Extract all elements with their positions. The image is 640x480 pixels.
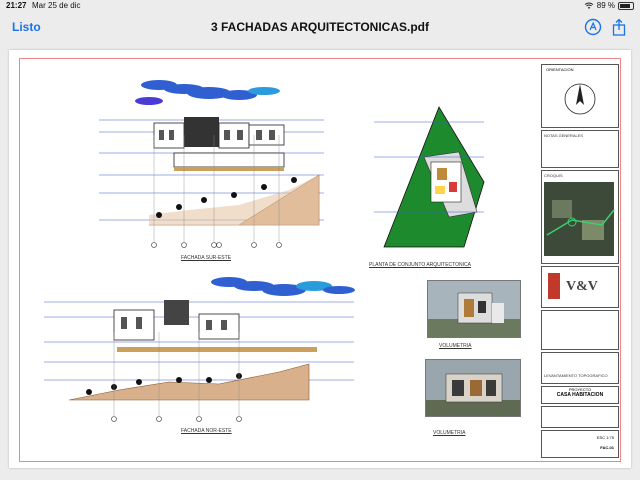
logo-text: V&V [566,279,598,294]
fachada-nor-este-label: FACHADA NOR-ESTE [181,428,232,434]
volumetria-label-1: VOLUMETRIA [439,343,472,349]
logo-box: V&V [541,266,619,308]
fachada-sur-este-label: FACHADA SUR-ESTE [181,255,232,261]
info-box [541,310,619,350]
wifi-icon [584,2,594,9]
sheet-box: ESC 1:75 FAC-01 [541,430,619,458]
orientation-label: ORIENTACION [546,67,574,72]
markup-pen-icon[interactable] [584,18,602,36]
fachada-nor-este-drawing [44,277,355,422]
project-box: PROYECTO CASA HABITACION [541,386,619,404]
fachada-sur-este-drawing [99,80,324,248]
nav-bar: Listo 3 FACHADAS ARQUITECTONICAS.pdf [0,12,640,42]
status-right: 89 % [584,1,634,10]
site-plan-drawing [374,106,485,248]
sheet-number: FAC-01 [600,445,614,450]
status-date: Mar 25 de dic [32,1,81,10]
notes-title: NOTAS GENERALES [544,133,584,138]
site-plan-label: PLANTA DE CONJUNTO ARQUITECTONICA [369,262,471,268]
share-icon[interactable] [610,18,628,36]
croquis-title: CROQUIS [544,173,563,178]
pdf-page[interactable]: FACHADA SUR-ESTE FACHADA NOR-ESTE PLANTA… [9,50,631,468]
volumetria-render-2 [425,359,521,417]
orientation-box: ORIENTACION [541,64,619,128]
battery-icon [618,1,634,10]
document-title: 3 FACHADAS ARQUITECTONICAS.pdf [210,20,429,34]
owner-box [541,406,619,428]
logo-mark [548,273,560,299]
compass-icon [564,83,596,115]
volumetria-label-2: VOLUMETRIA [433,430,466,436]
scale-label: ESC 1:75 [596,435,614,440]
survey-label: LEVANTAMIENTO TOPOGRAFICO [544,373,608,378]
volumetria-render-1 [427,280,521,338]
notes-box: NOTAS GENERALES [541,130,619,168]
status-time: 21:27 [6,1,27,10]
project-name: CASA HABITACION [556,392,604,398]
location-map [544,182,615,256]
survey-box: LEVANTAMIENTO TOPOGRAFICO [541,352,619,384]
croquis-box: CROQUIS [541,170,619,264]
battery-percent: 89 % [596,1,615,10]
status-bar: 21:27 Mar 25 de dic 89 % [0,0,640,12]
